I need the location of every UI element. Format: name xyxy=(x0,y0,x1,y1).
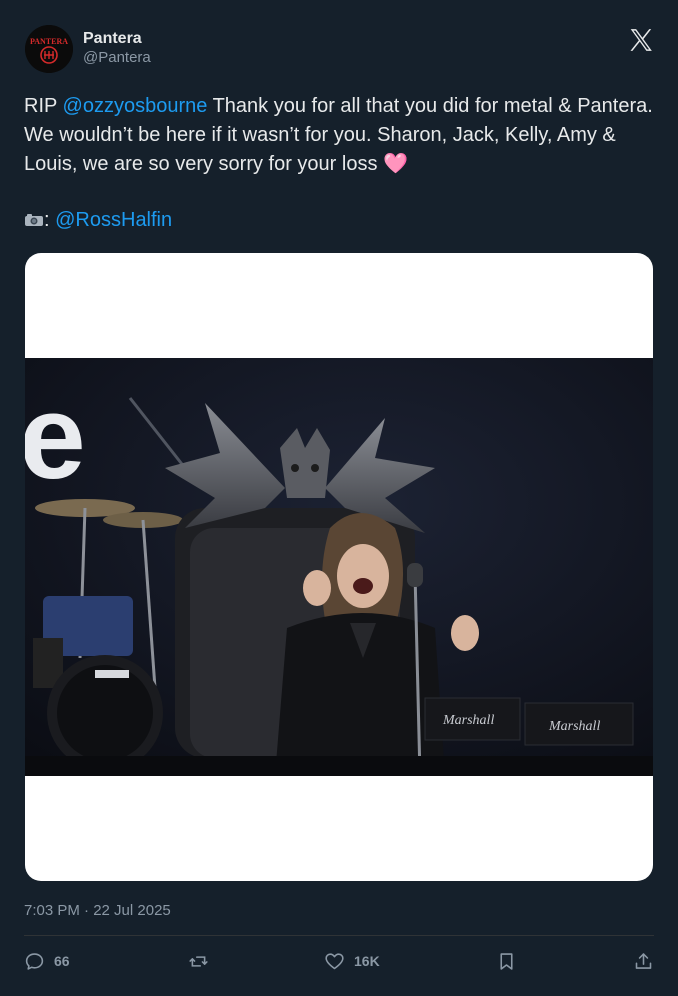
tweet-header: PANTERA Pantera @Pantera xyxy=(25,25,654,75)
mention-rosshalfin[interactable]: @RossHalfin xyxy=(55,209,172,231)
reply-icon xyxy=(25,952,44,970)
concert-photo: e Marshall Marshall xyxy=(25,358,653,776)
photo-credit: : @RossHalfin xyxy=(24,206,654,235)
retweet-button[interactable] xyxy=(188,948,209,974)
avatar-text: PANTERA xyxy=(30,37,68,46)
tweet-card: PANTERA Pantera @Pantera RIP @ozzyosbour… xyxy=(0,0,678,996)
bookmark-button[interactable] xyxy=(496,948,517,974)
divider xyxy=(24,935,654,936)
tweet-timestamp[interactable]: 7:03 PM · 22 Jul 2025 xyxy=(24,902,171,920)
heart-emoji: 🩷 xyxy=(383,153,408,175)
bookmark-icon xyxy=(500,952,513,970)
reply-button[interactable]: 66 xyxy=(24,948,70,974)
stage-letter: e xyxy=(25,370,86,504)
tweet-media[interactable]: e Marshall Marshall xyxy=(25,253,653,881)
like-count: 16K xyxy=(354,953,380,969)
tweet-text: RIP @ozzyosbourne Thank you for all that… xyxy=(24,92,654,235)
retweet-icon xyxy=(189,955,208,967)
avatar[interactable]: PANTERA xyxy=(25,25,73,73)
author-block: Pantera @Pantera xyxy=(83,29,151,67)
camera-icon xyxy=(25,214,43,226)
tweet-body: RIP @ozzyosbourne Thank you for all that… xyxy=(24,92,654,179)
like-button[interactable]: 16K xyxy=(324,948,380,974)
mention-ozzyosbourne[interactable]: @ozzyosbourne xyxy=(63,95,208,117)
heart-icon xyxy=(325,952,344,969)
author-name[interactable]: Pantera xyxy=(83,29,151,49)
author-handle[interactable]: @Pantera xyxy=(83,49,151,67)
amp-brand-1: Marshall xyxy=(442,713,494,728)
x-logo-icon[interactable] xyxy=(628,27,654,53)
credit-separator: : xyxy=(44,209,50,231)
share-button[interactable] xyxy=(633,948,654,974)
amp-brand-2: Marshall xyxy=(548,719,600,734)
reply-count: 66 xyxy=(54,953,70,969)
share-icon xyxy=(635,952,652,969)
pantera-logo-icon: PANTERA xyxy=(25,25,73,73)
tweet-text-lead: RIP xyxy=(24,95,63,117)
